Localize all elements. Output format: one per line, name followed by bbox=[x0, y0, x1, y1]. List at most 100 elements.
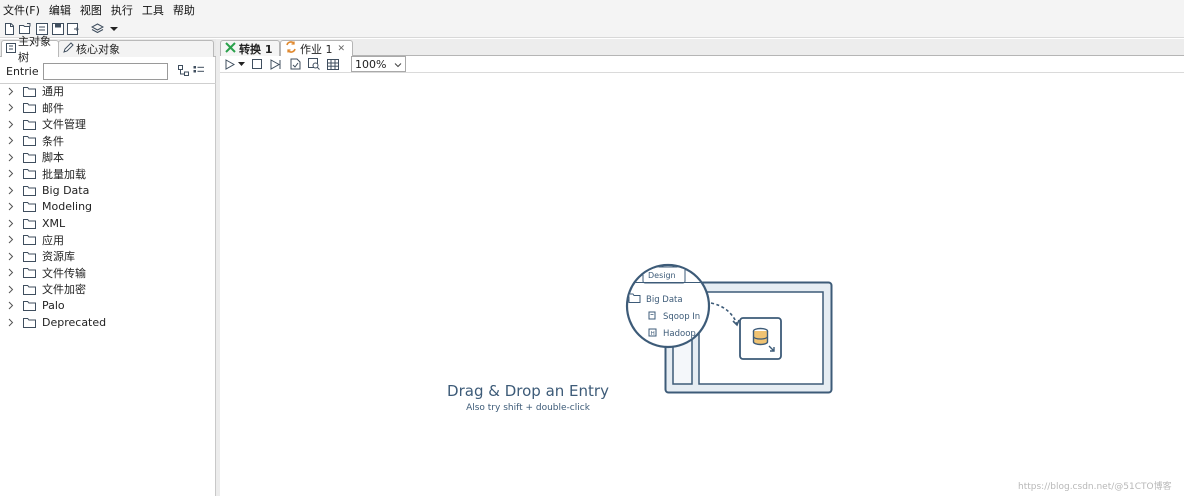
chevron-right-icon[interactable] bbox=[8, 268, 17, 277]
job-canvas[interactable]: Design Big Data Sqoop In H Hadoop bbox=[220, 74, 1184, 496]
tree-item-label: Big Data bbox=[42, 183, 90, 197]
svg-text:H: H bbox=[651, 331, 655, 337]
left-tabs: 主对象树 核心对象 bbox=[0, 35, 216, 64]
folder-icon bbox=[23, 135, 36, 147]
tab-label: 转换 1 bbox=[239, 42, 273, 56]
chevron-right-icon[interactable] bbox=[8, 252, 17, 261]
collapse-all-icon[interactable] bbox=[178, 65, 189, 79]
entries-label: Entries bbox=[6, 65, 38, 78]
menu-run[interactable]: 执行 bbox=[111, 2, 138, 18]
tree-item-label: 资源库 bbox=[42, 250, 75, 264]
tree-item-label: 脚本 bbox=[42, 151, 64, 165]
folder-icon bbox=[23, 284, 36, 295]
tree-item[interactable]: 条件 bbox=[0, 133, 216, 150]
preview-icon[interactable] bbox=[268, 57, 284, 71]
menu-tools[interactable]: 工具 bbox=[142, 2, 169, 18]
chevron-right-icon[interactable] bbox=[8, 219, 17, 228]
folder-icon bbox=[23, 234, 36, 246]
tree-item-label: Palo bbox=[42, 299, 65, 313]
folder-icon bbox=[23, 152, 36, 163]
tree-item[interactable]: 文件加密 bbox=[0, 281, 216, 298]
folder-icon bbox=[23, 119, 36, 130]
check-icon[interactable] bbox=[287, 57, 303, 71]
folder-icon bbox=[23, 251, 36, 262]
new-file-icon[interactable] bbox=[2, 22, 17, 36]
folder-icon bbox=[23, 218, 36, 229]
tree-item[interactable]: 批量加载 bbox=[0, 166, 216, 183]
chevron-right-icon[interactable] bbox=[8, 318, 17, 327]
entries-search-input[interactable] bbox=[43, 63, 168, 80]
tree-item[interactable]: 应用 bbox=[0, 232, 216, 249]
drag-drop-illustration: Design Big Data Sqoop In H Hadoop bbox=[625, 263, 833, 394]
illustration-item2: Hadoop bbox=[663, 329, 696, 339]
tab-main-object-tree[interactable]: 主对象树 bbox=[1, 35, 59, 64]
folder-icon bbox=[23, 168, 36, 180]
chevron-right-icon[interactable] bbox=[8, 136, 17, 145]
tab-job-1[interactable]: 作业 1 ✕ bbox=[280, 40, 353, 56]
tree-item[interactable]: 文件传输 bbox=[0, 265, 216, 282]
zoom-select[interactable]: 100% bbox=[351, 56, 406, 72]
expand-all-icon[interactable] bbox=[193, 65, 205, 79]
tree-item[interactable]: 脚本 bbox=[0, 149, 216, 166]
layers-icon[interactable] bbox=[90, 22, 105, 36]
zoom-value: 100% bbox=[355, 57, 387, 71]
dropdown-arrow-icon[interactable] bbox=[106, 22, 121, 36]
tree-item[interactable]: 通用 bbox=[0, 83, 216, 100]
chevron-right-icon[interactable] bbox=[8, 285, 17, 294]
folder-icon bbox=[23, 185, 36, 196]
chevron-right-icon[interactable] bbox=[8, 103, 17, 112]
entries-search-row: Entries bbox=[0, 61, 216, 81]
folder-icon bbox=[23, 267, 36, 279]
menu-file[interactable]: 文件(F) bbox=[3, 2, 45, 18]
tree-item[interactable]: 资源库 bbox=[0, 248, 216, 265]
stop-icon[interactable] bbox=[249, 57, 265, 71]
editor-area: 转换 1 作业 1 ✕ 100% Design Big Data Sqoop I… bbox=[220, 39, 1184, 496]
folder-icon bbox=[23, 86, 36, 97]
tree-icon bbox=[6, 42, 18, 56]
chevron-right-icon[interactable] bbox=[8, 169, 17, 178]
tree-item-label: 文件传输 bbox=[42, 266, 86, 280]
tab-core-objects[interactable]: 核心对象 bbox=[58, 40, 214, 57]
chevron-right-icon[interactable] bbox=[8, 235, 17, 244]
menu-help[interactable]: 帮助 bbox=[173, 2, 200, 18]
drag-drop-title: Drag & Drop an Entry bbox=[447, 382, 609, 400]
tree-item-label: XML bbox=[42, 216, 66, 230]
chevron-right-icon[interactable] bbox=[8, 301, 17, 310]
menu-view[interactable]: 视图 bbox=[80, 2, 107, 18]
tab-label: 核心对象 bbox=[76, 43, 120, 56]
sql-search-icon[interactable] bbox=[306, 57, 322, 71]
tree-item-label: Modeling bbox=[42, 200, 93, 214]
tree-item-label: 邮件 bbox=[42, 101, 64, 115]
tree-item[interactable]: Deprecated bbox=[0, 314, 216, 331]
main-toolbar bbox=[0, 20, 1184, 38]
tree-item-label: 批量加载 bbox=[42, 167, 86, 181]
tree-item[interactable]: 邮件 bbox=[0, 100, 216, 117]
run-icon[interactable] bbox=[224, 57, 235, 71]
tree-item[interactable]: 文件管理 bbox=[0, 116, 216, 133]
chevron-right-icon[interactable] bbox=[8, 120, 17, 129]
chevron-right-icon[interactable] bbox=[8, 153, 17, 162]
pencil-icon bbox=[63, 42, 76, 56]
tree-item-label: 条件 bbox=[42, 134, 64, 148]
tree-item-label: 通用 bbox=[42, 85, 64, 99]
chevron-right-icon[interactable] bbox=[8, 202, 17, 211]
entries-tree: 通用邮件 文件管理 条件脚本批量加载 Big Data Modeling XML 应用资源库… bbox=[0, 83, 216, 331]
run-options-dropdown-icon[interactable] bbox=[237, 57, 245, 71]
tree-item[interactable]: Palo bbox=[0, 298, 216, 315]
save-as-icon[interactable] bbox=[66, 22, 81, 36]
tree-item[interactable]: XML bbox=[0, 215, 216, 232]
tree-item-label: 应用 bbox=[42, 233, 64, 247]
chevron-right-icon[interactable] bbox=[8, 87, 17, 96]
illustration-tab-label: Design bbox=[648, 271, 676, 280]
tree-item[interactable]: Modeling bbox=[0, 199, 216, 216]
close-icon[interactable]: ✕ bbox=[338, 44, 346, 54]
menu-edit[interactable]: 编辑 bbox=[49, 2, 76, 18]
grid-icon[interactable] bbox=[325, 57, 341, 71]
tree-item[interactable]: Big Data bbox=[0, 182, 216, 199]
folder-icon bbox=[23, 201, 36, 213]
editor-toolbar: 100% bbox=[220, 56, 1184, 73]
tab-transform-1[interactable]: 转换 1 bbox=[220, 40, 280, 56]
left-panel: 主对象树 核心对象 Entries 通用邮件文件管理条件脚本批量加载 Big Da… bbox=[0, 35, 216, 496]
chevron-right-icon[interactable] bbox=[8, 186, 17, 195]
watermark: https://blog.csdn.net/@51CTO博客 bbox=[1018, 482, 1172, 492]
